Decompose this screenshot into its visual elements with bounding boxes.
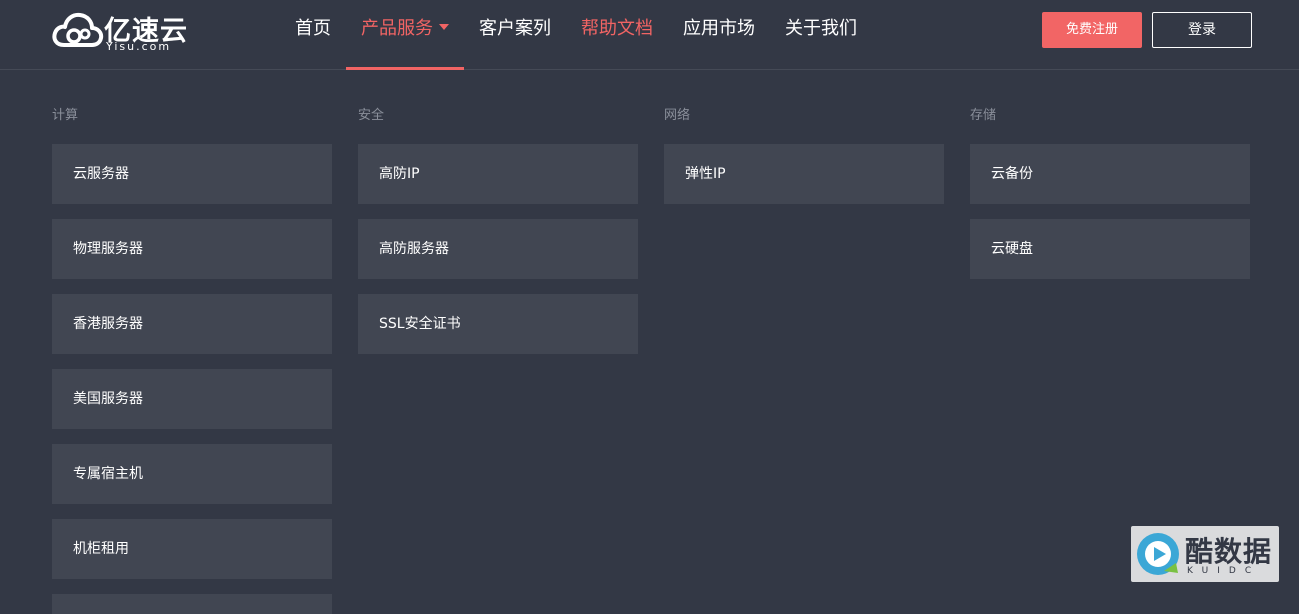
nav-label: 首页 xyxy=(295,18,331,39)
menu-item-partial[interactable] xyxy=(52,594,332,614)
menu-column-network: 网络 弹性IP xyxy=(664,108,944,204)
top-header: 亿速云 Yisu.com 首页 产品服务 客户案列 帮助文档 应用市场 关于我们… xyxy=(0,0,1299,70)
menu-item-cloud-disk[interactable]: 云硬盘 xyxy=(970,219,1250,279)
menu-column-storage: 存储 云备份 云硬盘 xyxy=(970,108,1250,279)
column-title: 计算 xyxy=(52,108,79,123)
logo-subtitle: Yisu.com xyxy=(106,40,172,53)
nav-item-app-market[interactable]: 应用市场 xyxy=(683,0,755,70)
nav-label: 关于我们 xyxy=(785,18,857,39)
watermark-text: 酷数据 xyxy=(1185,535,1273,568)
menu-item-ddos-ip[interactable]: 高防IP xyxy=(358,144,638,204)
nav-label: 客户案列 xyxy=(479,18,551,39)
menu-column-compute: 计算 云服务器 物理服务器 香港服务器 美国服务器 专属宿主机 机柜租用 xyxy=(52,108,332,614)
nav-item-help-docs[interactable]: 帮助文档 xyxy=(581,0,653,70)
play-logo-icon xyxy=(1137,533,1179,575)
menu-column-security: 安全 高防IP 高防服务器 SSL安全证书 xyxy=(358,108,638,354)
login-button[interactable]: 登录 xyxy=(1152,12,1252,48)
menu-item-cloud-backup[interactable]: 云备份 xyxy=(970,144,1250,204)
nav-label: 应用市场 xyxy=(683,18,755,39)
watermark-badge: 酷数据 KUIDC xyxy=(1131,526,1279,582)
nav-item-about-us[interactable]: 关于我们 xyxy=(785,0,857,70)
nav-label: 产品服务 xyxy=(361,18,433,39)
menu-item-physical-server[interactable]: 物理服务器 xyxy=(52,219,332,279)
column-title: 安全 xyxy=(358,108,385,123)
menu-item-dedicated-host[interactable]: 专属宿主机 xyxy=(52,444,332,504)
nav-label: 帮助文档 xyxy=(581,18,653,39)
watermark-subtext: KUIDC xyxy=(1187,566,1261,576)
caret-down-icon xyxy=(439,24,449,30)
menu-item-hongkong-server[interactable]: 香港服务器 xyxy=(52,294,332,354)
menu-item-us-server[interactable]: 美国服务器 xyxy=(52,369,332,429)
cloud-logo-icon xyxy=(52,12,104,47)
brand-logo[interactable]: 亿速云 Yisu.com xyxy=(52,9,192,53)
menu-item-ssl-certificate[interactable]: SSL安全证书 xyxy=(358,294,638,354)
menu-item-cloud-server[interactable]: 云服务器 xyxy=(52,144,332,204)
menu-item-elastic-ip[interactable]: 弹性IP xyxy=(664,144,944,204)
nav-item-cases[interactable]: 客户案列 xyxy=(479,0,551,70)
menu-item-cabinet-rental[interactable]: 机柜租用 xyxy=(52,519,332,579)
nav-item-home[interactable]: 首页 xyxy=(295,0,331,70)
column-title: 网络 xyxy=(664,108,691,123)
nav-item-products[interactable]: 产品服务 xyxy=(346,0,464,70)
column-title: 存储 xyxy=(970,108,997,123)
register-button[interactable]: 免费注册 xyxy=(1042,12,1142,48)
menu-item-ddos-server[interactable]: 高防服务器 xyxy=(358,219,638,279)
